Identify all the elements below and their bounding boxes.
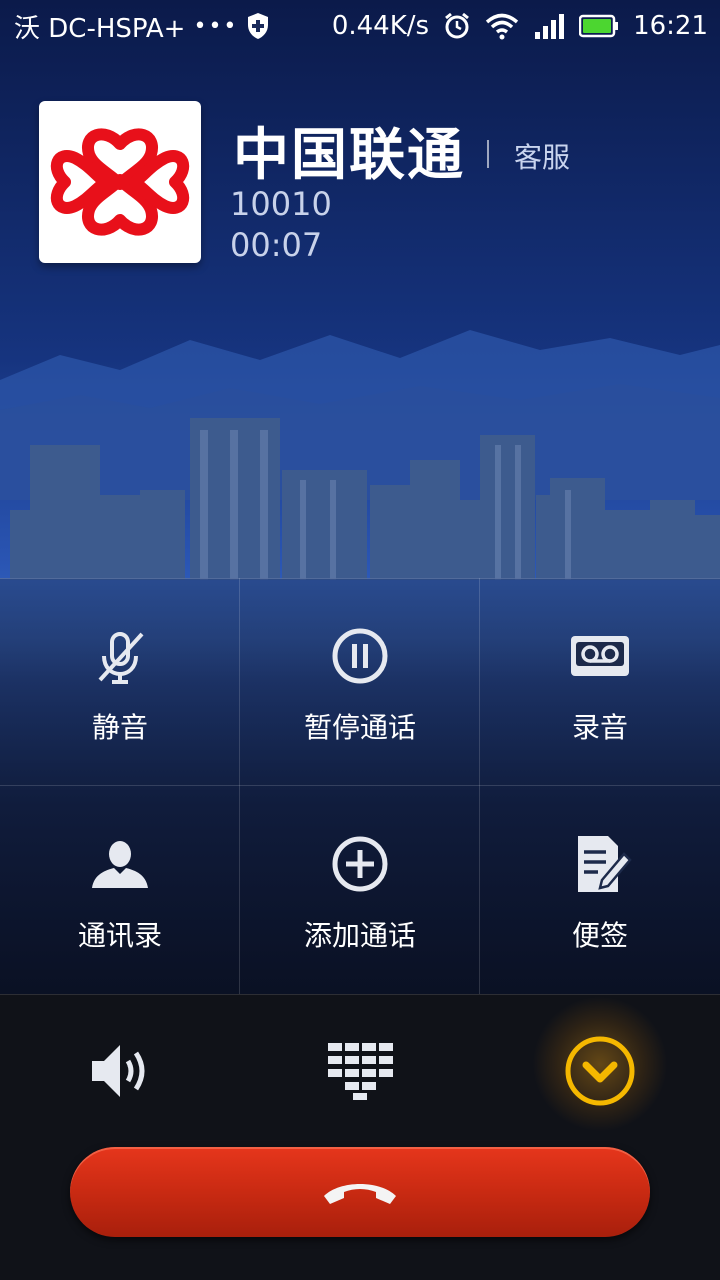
- contacts-icon: [92, 841, 148, 888]
- dialpad-icon: [328, 1043, 393, 1100]
- clock: 16:21: [633, 11, 708, 41]
- speaker-icon: [92, 1045, 145, 1097]
- add-call-label: 添加通话: [303, 919, 416, 952]
- mute-label: 静音: [91, 711, 148, 744]
- speaker-button[interactable]: [75, 1026, 165, 1116]
- network-speed: 0.44K/s: [331, 11, 430, 41]
- note-label: 便签: [571, 919, 628, 952]
- add-call-button[interactable]: 添加通话: [240, 786, 480, 994]
- dialpad-button[interactable]: [315, 1026, 405, 1116]
- chevron-down-circle-icon: [565, 1036, 635, 1106]
- caller-number: 10010: [230, 185, 332, 223]
- note-icon: [578, 836, 632, 892]
- alarm-icon: [445, 12, 469, 39]
- mute-mic-icon: [98, 632, 144, 684]
- signal-icon: [535, 14, 565, 39]
- caller-name: 中国联通: [233, 123, 465, 188]
- more-notifications-dots: •••: [193, 13, 239, 39]
- carrier-label: 沃 DC-HSPA+: [14, 13, 186, 44]
- mute-button[interactable]: 静音: [0, 578, 240, 786]
- collapse-button[interactable]: [555, 1026, 645, 1116]
- record-label: 录音: [571, 711, 628, 744]
- record-tape-icon: [571, 636, 629, 676]
- hangup-icon: [324, 1184, 396, 1204]
- battery-icon: [579, 14, 619, 38]
- china-unicom-logo: [50, 128, 190, 236]
- caller-separator: [487, 140, 489, 168]
- contacts-label: 通讯录: [77, 919, 162, 952]
- caller-avatar: [39, 101, 201, 263]
- end-call-button[interactable]: [70, 1147, 650, 1237]
- record-button[interactable]: 录音: [480, 578, 720, 786]
- contacts-button[interactable]: 通讯录: [0, 786, 240, 994]
- shield-icon: [248, 13, 269, 39]
- pause-icon: [332, 628, 388, 684]
- note-button[interactable]: 便签: [480, 786, 720, 994]
- wifi-icon: [485, 13, 519, 40]
- hold-call-label: 暂停通话: [303, 711, 416, 744]
- city-skyline: [10, 418, 720, 580]
- caller-tag: 客服: [514, 141, 571, 174]
- hold-call-button[interactable]: 暂停通话: [240, 578, 480, 786]
- add-call-icon: [332, 836, 388, 892]
- call-duration: 00:07: [230, 226, 323, 264]
- status-bar: 沃 DC-HSPA+ ••• 0.44K/s 16:21: [0, 0, 720, 52]
